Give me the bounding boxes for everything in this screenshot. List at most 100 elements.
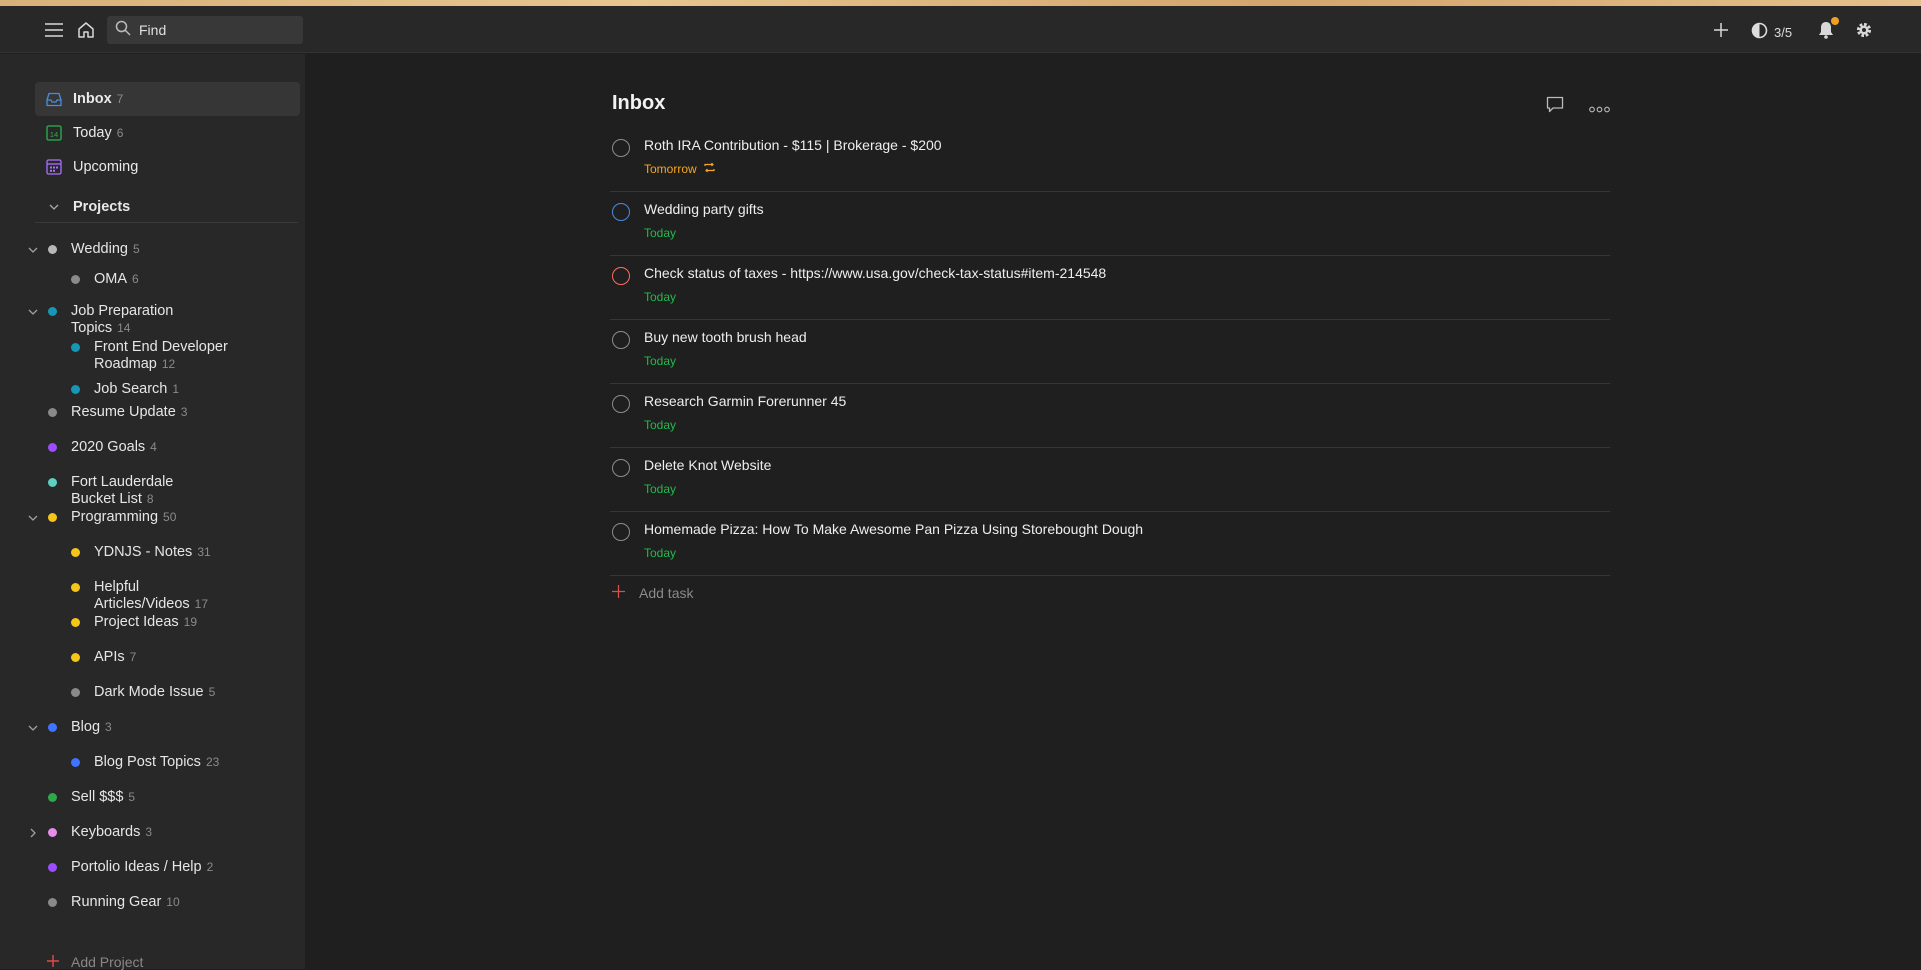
task-row[interactable]: Check status of taxes - https://www.usa.… [610,256,1610,320]
task-checkbox[interactable] [612,331,630,349]
project-item[interactable]: YDNJS - Notes 31 [71,544,211,561]
project-color-dot [71,653,80,662]
project-label: Job Search [94,381,168,397]
task-checkbox[interactable] [612,203,630,221]
project-item[interactable]: Blog 3 [28,719,112,736]
plus-icon [612,585,625,601]
project-item[interactable]: Blog Post Topics 23 [71,754,219,771]
nav-today-label: Today [73,125,112,141]
project-count: 1 [172,382,180,396]
project-count: 3 [180,405,188,419]
task-due-date[interactable]: Today [644,482,676,496]
project-item[interactable]: APIs 7 [71,649,136,666]
task-due-label: Today [644,546,677,560]
project-item[interactable]: Sell $$$ 5 [48,789,135,806]
today-icon-number: 14 [50,130,58,139]
task-checkbox[interactable] [612,459,630,477]
task-due-date[interactable]: Today [644,418,676,432]
project-name: 2020 Goals 4 [71,439,157,456]
task-checkbox[interactable] [612,395,630,413]
project-item[interactable]: Resume Update 3 [48,404,187,421]
project-color-dot [71,758,80,767]
task-checkbox[interactable] [612,523,630,541]
project-item[interactable]: Running Gear 10 [48,894,180,911]
project-label: 2020 Goals [71,439,146,455]
project-item[interactable]: Front End Developer Roadmap 12 [71,339,244,373]
project-item[interactable]: Job Preparation Topics 14 [28,303,221,337]
search-input[interactable] [139,22,299,38]
task-checkbox[interactable] [612,267,630,285]
nav-inbox[interactable]: Inbox 7 [35,82,300,116]
project-item[interactable]: 2020 Goals 4 [48,439,157,456]
task-row[interactable]: Delete Knot Website Today [610,448,1610,512]
project-count: 7 [129,650,137,664]
task-name[interactable]: Research Garmin Forerunner 45 [644,393,846,409]
task-name[interactable]: Buy new tooth brush head [644,329,807,345]
task-due-label: Today [644,354,677,368]
task-name[interactable]: Roth IRA Contribution - $115 | Brokerage… [644,137,942,153]
project-name: OMA 6 [94,271,139,288]
search-box[interactable] [107,16,303,44]
bell-icon[interactable] [1816,17,1839,41]
project-label: Sell $$$ [71,789,124,805]
project-item[interactable]: Job Search 1 [71,381,179,398]
project-item[interactable]: Programming 50 [28,509,176,526]
nav-inbox-label: Inbox [73,91,112,107]
task-due-date[interactable]: Today [644,226,676,240]
project-item[interactable]: Keyboards 3 [30,824,153,841]
project-count: 3 [145,825,153,839]
sidebar: Inbox 7 14 Today 6 Upcoming Projects Wed… [0,54,305,970]
task-checkbox[interactable] [612,139,630,157]
search-icon [115,20,131,41]
task-name[interactable]: Homemade Pizza: How To Make Awesome Pan … [644,521,1143,537]
menu-icon[interactable] [44,20,64,40]
chevron-right-icon[interactable] [26,824,40,844]
chevron-down-icon[interactable] [26,719,40,737]
task-name[interactable]: Check status of taxes - https://www.usa.… [644,265,1106,281]
task-row[interactable]: Roth IRA Contribution - $115 | Brokerage… [610,128,1610,192]
project-color-dot [71,548,80,557]
project-color-dot [48,898,57,907]
home-icon[interactable] [75,19,97,41]
task-due-date[interactable]: Today [644,290,676,304]
project-item[interactable]: Project Ideas 19 [71,614,197,631]
project-item[interactable]: Fort Lauderdale Bucket List 8 [48,474,221,508]
task-due-date[interactable]: Today [644,546,676,560]
task-row[interactable]: Wedding party gifts Today [610,192,1610,256]
task-row[interactable]: Buy new tooth brush head Today [610,320,1610,384]
task-row[interactable]: Research Garmin Forerunner 45 Today [610,384,1610,448]
task-due-date[interactable]: Tomorrow [644,162,716,176]
chevron-down-icon[interactable] [26,509,40,527]
nav-upcoming[interactable]: Upcoming [35,150,300,184]
project-color-dot [48,245,57,254]
task-name[interactable]: Delete Knot Website [644,457,771,473]
projects-header[interactable]: Projects [35,191,298,223]
project-item[interactable]: Portolio Ideas / Help 2 [48,859,213,876]
task-due-label: Today [644,482,677,496]
project-item[interactable]: Helpful Articles/Videos 17 [71,579,244,613]
project-count: 12 [161,357,176,371]
project-item[interactable]: Dark Mode Issue 5 [71,684,215,701]
karma-icon [1751,22,1768,42]
project-item[interactable]: OMA 6 [71,271,139,288]
karma-widget[interactable]: 3/5 [1751,22,1792,42]
plus-icon[interactable] [1710,19,1732,41]
gear-icon[interactable] [1853,19,1875,41]
comment-icon[interactable] [1546,96,1564,118]
chevron-down-icon[interactable] [26,241,40,259]
project-name: APIs 7 [94,649,136,666]
add-project-button[interactable]: Add Project [47,954,143,970]
project-item[interactable]: Wedding 5 [28,241,140,258]
task-due-date[interactable]: Today [644,354,676,368]
project-label: Resume Update [71,404,176,420]
chevron-down-icon[interactable] [26,303,40,321]
inbox-icon [45,90,63,108]
task-name[interactable]: Wedding party gifts [644,201,764,217]
project-name: Project Ideas 19 [94,614,197,631]
more-options-icon[interactable] [1589,100,1610,118]
project-color-dot [48,723,57,732]
task-row[interactable]: Homemade Pizza: How To Make Awesome Pan … [610,512,1610,576]
nav-today[interactable]: 14 Today 6 [35,116,300,150]
project-label: Running Gear [71,894,162,910]
add-task-button[interactable]: Add task [612,585,693,601]
